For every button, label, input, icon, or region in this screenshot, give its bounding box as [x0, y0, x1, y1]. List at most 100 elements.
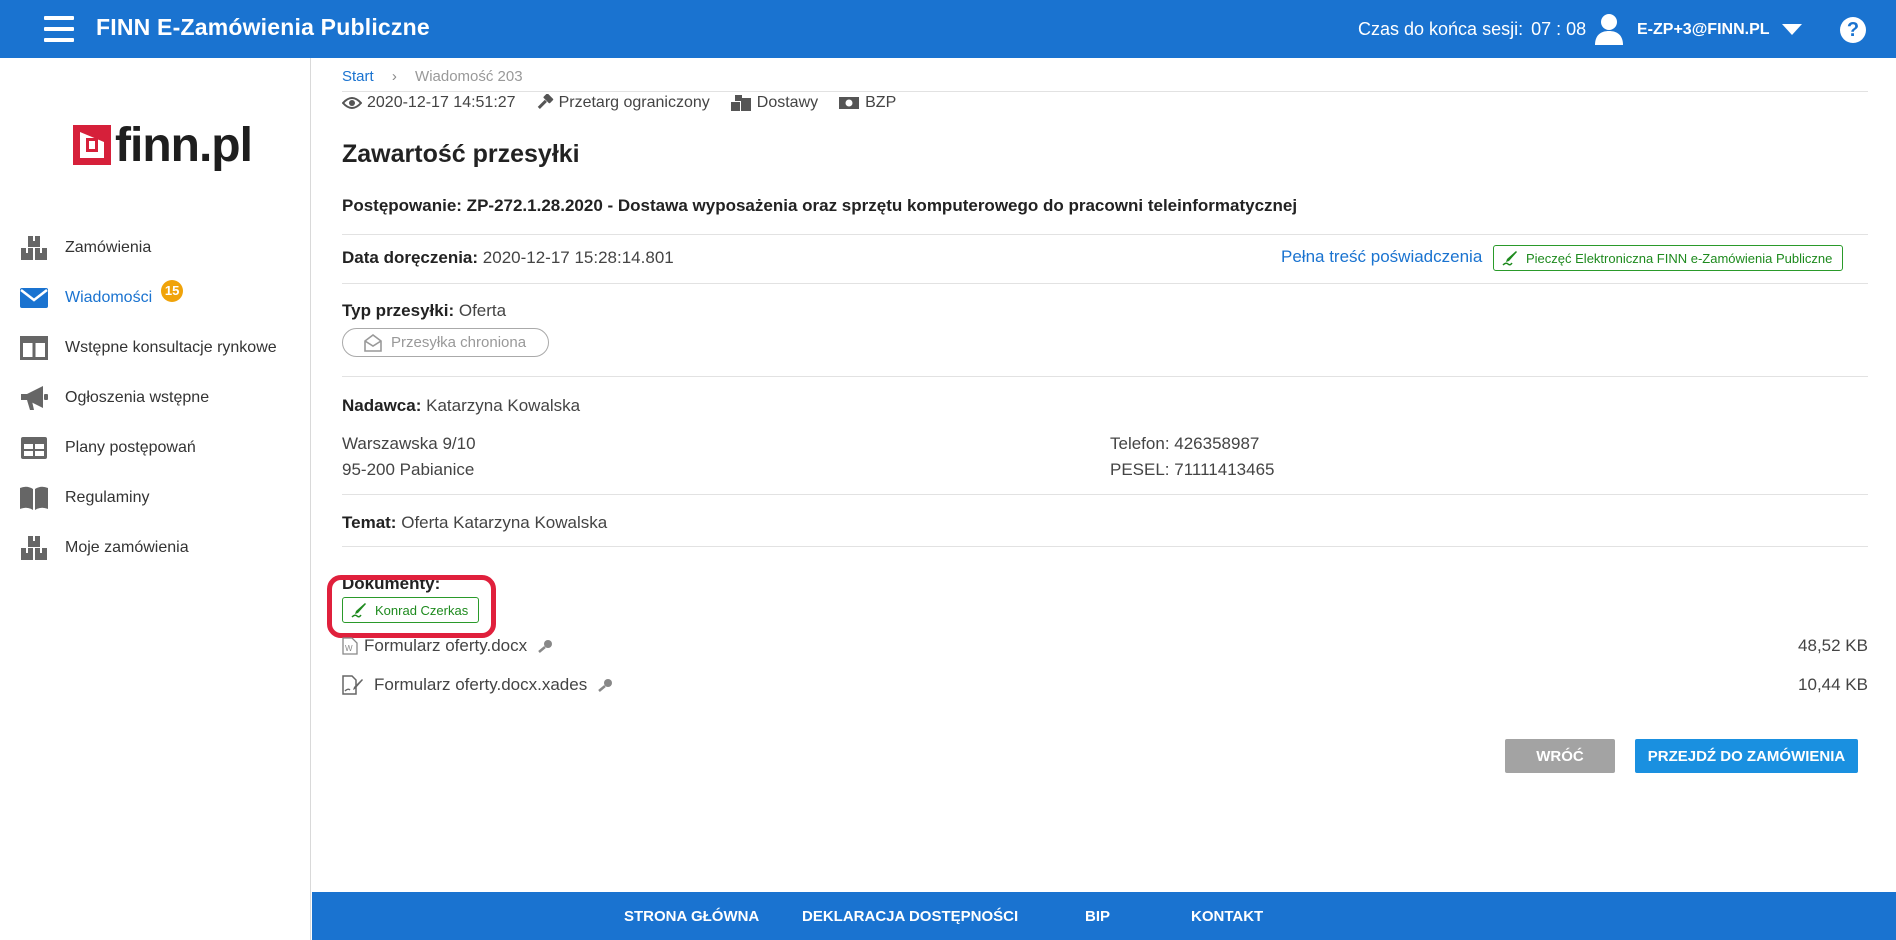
divider — [342, 546, 1868, 547]
menu-icon[interactable] — [44, 16, 74, 42]
document-size: 48,52 KB — [1798, 636, 1868, 655]
unread-count-badge: 15 — [161, 280, 184, 302]
meta-mode-text: Przetarg ograniczony — [558, 94, 710, 111]
session-time: 07 : 08 — [1531, 19, 1587, 39]
user-icon[interactable] — [1594, 13, 1624, 45]
book-icon — [18, 483, 50, 513]
document-size: 10,44 KB — [1798, 675, 1868, 694]
sender-street: Warszawska 9/10 — [342, 434, 476, 453]
footer-link-contact[interactable]: KONTAKT — [1191, 908, 1263, 925]
user-name[interactable]: E-ZP+3@FINN.PL — [1637, 21, 1770, 39]
meta-type: Dostawy — [730, 94, 818, 112]
sidebar-item-label: Wiadomości — [65, 289, 153, 306]
finn-logo-icon — [73, 125, 111, 165]
meta-bzp-text: BZP — [865, 94, 897, 111]
document-row: W Formularz oferty.docx — [342, 636, 553, 656]
sidebar: finn.pl Zamówienia Wiadomości 15 Wstępne… — [0, 58, 311, 940]
message-meta: 2020-12-17 14:51:27 Przetarg ograniczony… — [342, 94, 916, 112]
sidebar-item-konsultacje[interactable]: Wstępne konsultacje rynkowe — [0, 323, 311, 373]
logo-text: finn.pl — [115, 118, 253, 172]
table-icon — [18, 433, 50, 463]
meta-date-text: 2020-12-17 14:51:27 — [367, 94, 516, 111]
megaphone-icon — [18, 383, 50, 413]
sidebar-item-regulaminy[interactable]: Regulaminy — [0, 473, 311, 523]
meta-type-text: Dostawy — [756, 94, 819, 111]
gavel-icon — [537, 94, 553, 109]
document-name[interactable]: Formularz oferty.docx.xades — [374, 675, 587, 695]
electronic-seal-badge[interactable]: Pieczęć Elektroniczna FINN e-Zamówienia … — [1493, 245, 1844, 271]
delivery-date-label: Data doręczenia: — [342, 248, 479, 267]
subject-value: Oferta Katarzyna Kowalska — [401, 513, 608, 532]
sidebar-nav: Zamówienia Wiadomości 15 Wstępne konsult… — [0, 223, 311, 573]
sidebar-item-wiadomosci[interactable]: Wiadomości 15 — [0, 273, 311, 323]
sidebar-item-label: Plany postępowań — [65, 439, 196, 456]
divider — [342, 283, 1868, 284]
sender-pesel: PESEL: 71111413465 — [1110, 460, 1275, 479]
delivery-date-value: 2020-12-17 15:28:14.801 — [482, 248, 674, 267]
sidebar-item-plany[interactable]: Plany postępowań — [0, 423, 311, 473]
sender-phone: Telefon: 426358987 — [1110, 434, 1260, 453]
boxes-icon — [730, 95, 751, 111]
sender: Nadawca: Katarzyna Kowalska — [342, 396, 580, 416]
page-title: Zawartość przesyłki — [342, 140, 580, 168]
delivery-date: Data doręczenia: 2020-12-17 15:28:14.801 — [342, 248, 674, 268]
breadcrumb: Start › Wiadomość 203 — [342, 68, 1868, 92]
shipment-type-label: Typ przesyłki: — [342, 301, 455, 320]
top-bar: FINN E-Zamówienia Publiczne Czas do końc… — [0, 0, 1896, 58]
sidebar-item-label: Regulaminy — [65, 489, 150, 506]
boxes-icon — [18, 533, 50, 563]
footer-link-home[interactable]: STRONA GŁÓWNA — [624, 908, 759, 925]
open-envelope-icon — [364, 333, 382, 352]
subject: Temat: Oferta Katarzyna Kowalska — [342, 513, 607, 533]
sidebar-item-zamowienia[interactable]: Zamówienia — [0, 223, 311, 273]
key-icon[interactable] — [597, 678, 613, 692]
meta-mode: Przetarg ograniczony — [536, 94, 710, 112]
footer-link-accessibility[interactable]: DEKLARACJA DOSTĘPNOŚCI — [802, 908, 1018, 925]
svg-text:W: W — [345, 644, 353, 653]
document-row: Formularz oferty.docx.xades — [342, 675, 613, 695]
shipment-type: Typ przesyłki: Oferta — [342, 301, 506, 321]
annotation-highlight — [327, 575, 496, 638]
footer-link-bip[interactable]: BIP — [1085, 908, 1110, 925]
sidebar-item-label: Moje zamówienia — [65, 539, 189, 556]
divider — [342, 234, 1868, 235]
sender-contact: Telefon: 426358987 PESEL: 71111413465 — [1110, 431, 1274, 483]
sender-address: Warszawska 9/10 95-200 Pabianice — [342, 431, 476, 483]
go-to-order-button[interactable]: PRZEJDŹ DO ZAMÓWIENIA — [1635, 739, 1858, 773]
word-file-icon: W — [342, 637, 358, 655]
app-title: FINN E-Zamówienia Publiczne — [96, 14, 430, 40]
back-button[interactable]: WRÓĆ — [1505, 739, 1615, 773]
help-icon[interactable]: ? — [1840, 17, 1866, 43]
meta-date: 2020-12-17 14:51:27 — [342, 94, 516, 112]
envelope-icon — [18, 283, 50, 313]
chevron-down-icon[interactable] — [1782, 24, 1802, 35]
signature-pen-icon — [1502, 251, 1517, 266]
footer: STRONA GŁÓWNA DEKLARACJA DOSTĘPNOŚCI BIP… — [312, 892, 1896, 940]
seal-label: Pieczęć Elektroniczna FINN e-Zamówienia … — [1526, 250, 1833, 266]
boxes-icon — [18, 233, 50, 263]
sidebar-item-ogloszenia[interactable]: Ogłoszenia wstępne — [0, 373, 311, 423]
money-icon — [839, 97, 860, 109]
session-timer: Czas do końca sesji: 07 : 08 — [1358, 19, 1586, 40]
shipment-type-value: Oferta — [458, 301, 507, 320]
sender-name: Katarzyna Kowalska — [426, 396, 581, 415]
breadcrumb-current: Wiadomość 203 — [415, 68, 523, 85]
logo[interactable]: finn.pl — [72, 118, 253, 172]
key-icon[interactable] — [537, 639, 553, 653]
session-label: Czas do końca sesji: — [1358, 19, 1524, 39]
full-certificate-link[interactable]: Pełna treść poświadczenia — [1281, 247, 1482, 267]
sidebar-item-label: Zamówienia — [65, 239, 152, 256]
divider — [342, 376, 1868, 377]
breadcrumb-start-link[interactable]: Start — [342, 68, 374, 85]
sidebar-item-label: Ogłoszenia wstępne — [65, 389, 210, 406]
columns-icon — [18, 333, 50, 363]
meta-bzp: BZP — [838, 94, 896, 112]
document-name[interactable]: Formularz oferty.docx — [364, 636, 527, 656]
sender-label: Nadawca: — [342, 396, 422, 415]
sidebar-item-moje-zamowienia[interactable]: Moje zamówienia — [0, 523, 311, 573]
proceeding-title: Postępowanie: ZP-272.1.28.2020 - Dostawa… — [342, 196, 1298, 215]
divider — [342, 494, 1868, 495]
sender-city: 95-200 Pabianice — [342, 460, 475, 479]
eye-icon — [342, 97, 362, 109]
protected-shipment-chip[interactable]: Przesyłka chroniona — [342, 328, 549, 357]
